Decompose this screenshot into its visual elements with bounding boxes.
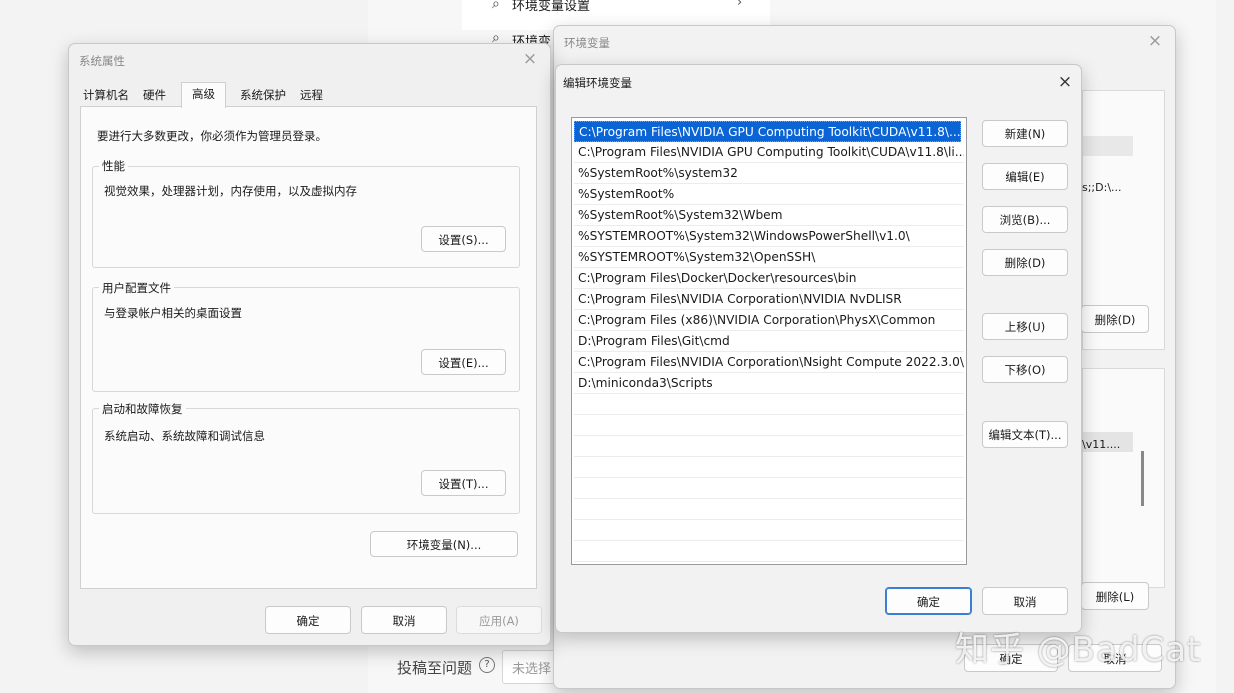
edit-env-title: 编辑环境变量: [563, 76, 632, 90]
env-user-list-row-highlight: [1083, 136, 1133, 156]
edit-cancel-button[interactable]: 取消: [982, 587, 1068, 615]
user-profiles-desc: 与登录帐户相关的桌面设置: [104, 306, 242, 320]
tab-hardware[interactable]: 硬件: [143, 84, 166, 106]
empty-row: [574, 499, 964, 520]
env-vars-title: 环境变量: [564, 36, 610, 50]
delete-button[interactable]: 删除(D): [982, 249, 1068, 276]
empty-row: [574, 457, 964, 478]
settings-search-item[interactable]: 环境变量设置: [512, 0, 590, 14]
list-item[interactable]: %SystemRoot%\system32: [574, 163, 964, 184]
user-profiles-label: 用户配置文件: [99, 280, 174, 296]
performance-label: 性能: [99, 158, 128, 174]
move-up-button[interactable]: 上移(U): [982, 313, 1068, 340]
edit-button[interactable]: 编辑(E): [982, 163, 1068, 190]
env-fragment-2: \v11....: [1082, 438, 1121, 451]
env-delete-system-button[interactable]: 删除(L): [1081, 582, 1149, 610]
user-profiles-settings-button[interactable]: 设置(E)...: [421, 349, 506, 375]
startup-recovery-label: 启动和故障恢复: [99, 401, 186, 417]
empty-row: [574, 541, 964, 562]
sysprop-titlebar: 系统属性 ×: [69, 44, 550, 76]
move-down-button[interactable]: 下移(O): [982, 356, 1068, 383]
list-item[interactable]: %SYSTEMROOT%\System32\WindowsPowerShell\…: [574, 226, 964, 247]
sysprop-title: 系统属性: [79, 54, 125, 68]
empty-row: [574, 415, 964, 436]
footer-label: 投稿至问题: [397, 659, 473, 677]
list-item[interactable]: %SYSTEMROOT%\System32\OpenSSH\: [574, 247, 964, 268]
list-item[interactable]: %SystemRoot%: [574, 184, 964, 205]
chevron-right-icon: ›: [737, 0, 743, 10]
list-item[interactable]: D:\miniconda3\Scripts: [574, 373, 964, 394]
empty-row: [574, 394, 964, 415]
sysprop-apply-button[interactable]: 应用(A): [456, 606, 542, 634]
tab-system-protection[interactable]: 系统保护: [240, 84, 286, 106]
admin-note: 要进行大多数更改，你必须作为管理员登录。: [97, 129, 327, 143]
search-icon: ⌕: [492, 0, 500, 12]
env-delete-user-button[interactable]: 删除(D): [1081, 305, 1149, 333]
performance-desc: 视觉效果，处理器计划，内存使用，以及虚拟内存: [104, 184, 357, 198]
list-item[interactable]: C:\Program Files\NVIDIA GPU Computing To…: [574, 142, 964, 163]
edit-ok-button[interactable]: 确定: [885, 587, 972, 615]
sysprop-ok-button[interactable]: 确定: [265, 606, 351, 634]
new-button[interactable]: 新建(N): [982, 120, 1068, 147]
help-icon[interactable]: ?: [479, 657, 495, 673]
env-fragment-1: s;;D:\...: [1082, 181, 1122, 194]
close-icon[interactable]: ×: [1053, 71, 1077, 93]
sysprop-cancel-button[interactable]: 取消: [361, 606, 447, 634]
user-profiles-group: [92, 287, 520, 392]
empty-row: [574, 436, 964, 457]
question-select-value: 未选择: [512, 662, 552, 677]
startup-recovery-settings-button[interactable]: 设置(T)...: [421, 470, 506, 496]
list-item[interactable]: %SystemRoot%\System32\Wbem: [574, 205, 964, 226]
list-item[interactable]: C:\Program Files\NVIDIA Corporation\NVID…: [574, 289, 964, 310]
list-item[interactable]: C:\Program Files (x86)\NVIDIA Corporatio…: [574, 310, 964, 331]
startup-recovery-group: [92, 408, 520, 514]
close-icon[interactable]: ×: [1143, 30, 1167, 52]
environment-variables-button[interactable]: 环境变量(N)...: [370, 531, 518, 557]
empty-row: [574, 520, 964, 541]
empty-row: [574, 478, 964, 499]
watermark: 知乎 @BadCat: [955, 630, 1202, 670]
list-item[interactable]: C:\Program Files\NVIDIA GPU Computing To…: [574, 121, 961, 142]
tab-remote[interactable]: 远程: [300, 84, 323, 106]
list-item[interactable]: C:\Program Files\NVIDIA Corporation\Nsig…: [574, 352, 964, 373]
performance-settings-button[interactable]: 设置(S)...: [421, 226, 506, 252]
edit-env-titlebar: 编辑环境变量 ×: [556, 65, 1081, 97]
browse-button[interactable]: 浏览(B)...: [982, 206, 1068, 233]
list-item[interactable]: C:\Program Files\Docker\Docker\resources…: [574, 268, 964, 289]
scrollbar-thumb[interactable]: [1141, 451, 1144, 506]
startup-recovery-desc: 系统启动、系统故障和调试信息: [104, 429, 265, 443]
env-system-vars-list[interactable]: [1082, 368, 1165, 588]
path-entries-list[interactable]: C:\Program Files\NVIDIA GPU Computing To…: [571, 117, 967, 565]
env-vars-titlebar: 环境变量 ×: [554, 26, 1175, 58]
tab-computer-name[interactable]: 计算机名: [83, 84, 129, 106]
list-item[interactable]: D:\Program Files\Git\cmd: [574, 331, 964, 352]
close-icon[interactable]: ×: [518, 48, 542, 70]
edit-text-button[interactable]: 编辑文本(T)...: [982, 421, 1068, 448]
tab-advanced[interactable]: 高级: [181, 82, 226, 108]
